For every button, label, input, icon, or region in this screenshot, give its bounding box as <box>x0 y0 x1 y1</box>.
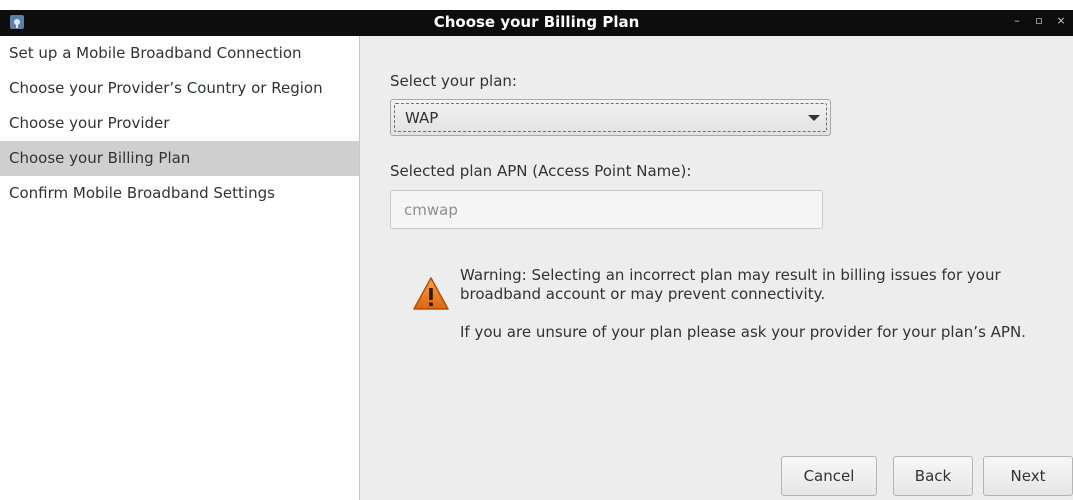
focus-ring <box>394 103 827 132</box>
cancel-button[interactable]: Cancel <box>781 456 877 496</box>
apn-label: Selected plan APN (Access Point Name): <box>390 162 692 180</box>
window-controls: – ▫ × <box>1011 14 1067 28</box>
sidebar-item-setup: Set up a Mobile Broadband Connection <box>9 44 302 62</box>
warning-icon <box>413 277 449 310</box>
sidebar-item-billing-plan: Choose your Billing Plan <box>0 141 359 176</box>
warning-hint: If you are unsure of your plan please as… <box>460 323 1026 341</box>
sidebar-item-provider: Choose your Provider <box>9 114 170 132</box>
window-title: Choose your Billing Plan <box>433 13 640 31</box>
chevron-down-icon <box>808 115 820 121</box>
sidebar-item-country: Choose your Provider’s Country or Region <box>9 79 323 97</box>
next-button[interactable]: Next <box>983 456 1073 496</box>
plan-select-value: WAP <box>405 109 439 127</box>
sidebar-item-confirm: Confirm Mobile Broadband Settings <box>9 184 275 202</box>
apn-field[interactable] <box>390 190 823 229</box>
steps-sidebar: Set up a Mobile Broadband Connection Cho… <box>0 36 360 500</box>
plan-label: Select your plan: <box>390 72 517 90</box>
back-button[interactable]: Back <box>893 456 973 496</box>
close-icon[interactable]: × <box>1055 14 1067 28</box>
page-content: Select your plan: WAP Selected plan APN … <box>360 36 1073 500</box>
maximize-icon[interactable]: ▫ <box>1033 14 1045 28</box>
assistant-window: Choose your Billing Plan – ▫ × Set up a … <box>0 0 1073 500</box>
plan-select[interactable]: WAP <box>390 99 831 136</box>
warning-message: Warning: Selecting an incorrect plan may… <box>460 266 1060 342</box>
minimize-icon[interactable]: – <box>1011 14 1023 28</box>
warning-text: Warning: Selecting an incorrect plan may… <box>460 266 1001 303</box>
title-bar[interactable]: Choose your Billing Plan – ▫ × <box>0 0 1073 36</box>
